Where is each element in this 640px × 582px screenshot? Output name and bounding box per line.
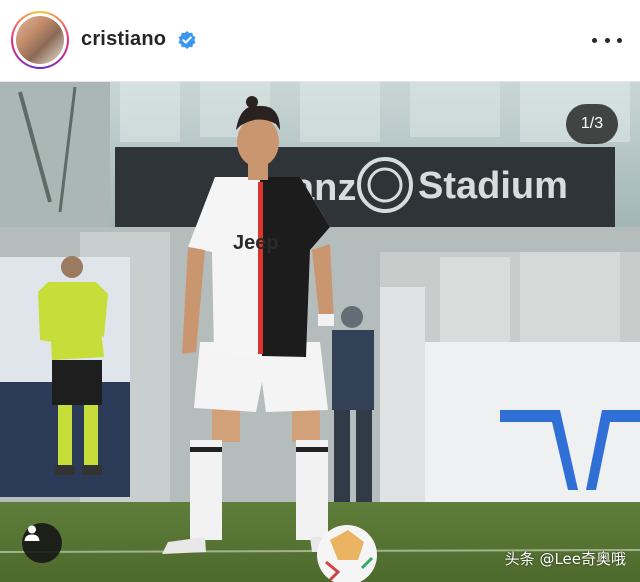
carousel-counter: 1/3 xyxy=(566,104,618,144)
watermark-text: 头条 @Lee奇奥哦 xyxy=(504,550,626,568)
jersey-sponsor-text: Jeep xyxy=(233,232,279,254)
photo-scene: anz Stadium Jeep xyxy=(0,82,640,582)
post-photo[interactable]: anz Stadium Jeep 1/3 头条 @Lee奇奥哦 xyxy=(0,82,640,582)
post-header: cristiano xyxy=(0,0,640,82)
profile-avatar[interactable] xyxy=(11,11,69,69)
stadium-sign-text: Stadium xyxy=(418,165,568,207)
more-options-icon xyxy=(592,37,597,43)
verified-badge-icon xyxy=(178,31,196,49)
avatar-image xyxy=(16,16,64,64)
more-options-button[interactable] xyxy=(592,28,622,52)
user-tag-button[interactable] xyxy=(22,523,62,563)
username[interactable]: cristiano xyxy=(81,28,166,51)
user-tag-icon xyxy=(24,525,40,541)
